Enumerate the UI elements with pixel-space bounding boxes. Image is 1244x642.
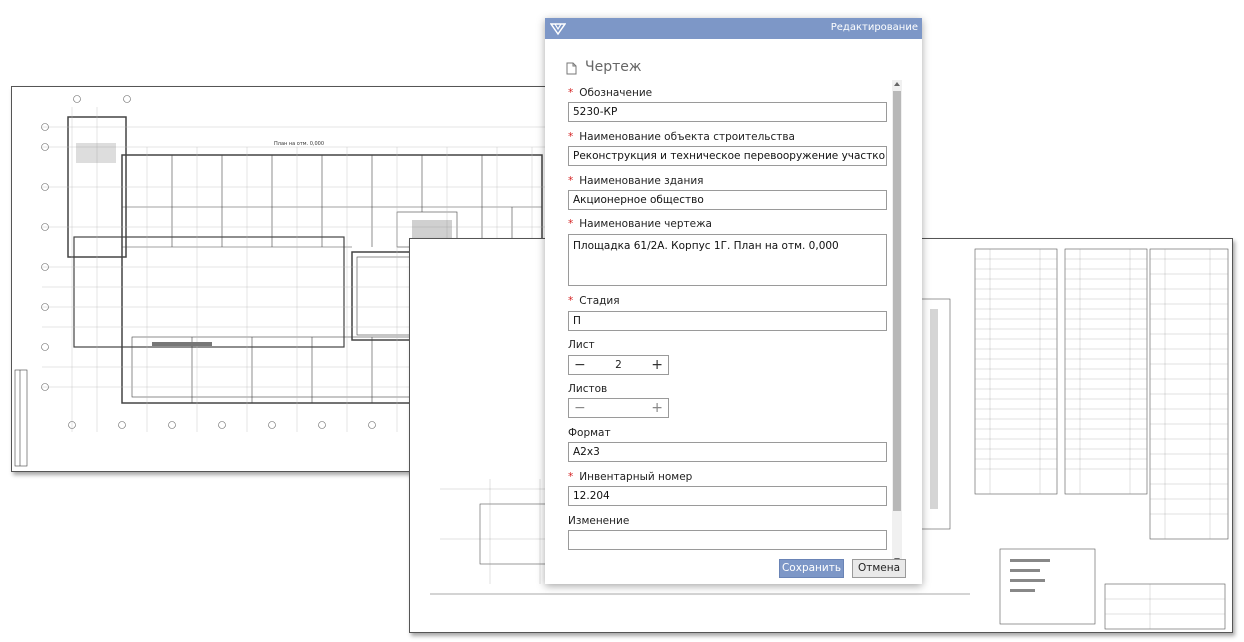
sheets-decrement-button[interactable]: − <box>574 400 586 416</box>
dialog-titlebar: Редактирование <box>545 18 922 39</box>
building-name-field[interactable]: Акционерное общество <box>568 190 887 210</box>
object-name-label: * Наименование объекта строительства <box>568 131 795 143</box>
document-icon <box>566 62 577 75</box>
required-marker: * <box>568 295 574 307</box>
form-title: Чертеж <box>585 59 642 75</box>
form-scrollbar[interactable] <box>892 80 902 564</box>
stage-field[interactable]: П <box>568 311 887 331</box>
scroll-up-arrow-icon[interactable] <box>893 80 901 88</box>
required-marker: * <box>568 87 574 99</box>
sheets-stepper[interactable]: − + <box>568 398 669 418</box>
drawing-name-textarea[interactable]: Площадка 61/2А. Корпус 1Г. План на отм. … <box>568 234 887 286</box>
sheet-increment-button[interactable]: + <box>651 357 663 373</box>
drawing-name-label: * Наименование чертежа <box>568 218 712 230</box>
designation-label: * Обозначение <box>568 87 653 99</box>
designation-field[interactable]: 5230-КР <box>568 102 887 122</box>
sheets-increment-button[interactable]: + <box>651 400 663 416</box>
stage-label: * Стадия <box>568 295 620 307</box>
save-button[interactable]: Сохранить <box>779 559 844 578</box>
floor-plan-caption: План на отм. 0,000 <box>274 141 324 147</box>
sheet-label: Лист <box>568 339 595 351</box>
format-label: Формат <box>568 427 611 439</box>
sheet-stepper[interactable]: − 2 + <box>568 355 669 375</box>
required-marker: * <box>568 131 574 143</box>
app-logo-icon <box>550 23 566 36</box>
scroll-thumb[interactable] <box>893 91 901 511</box>
object-name-field[interactable]: Реконструкция и техническое перевооружен… <box>568 146 887 166</box>
cancel-button[interactable]: Отмена <box>852 559 906 578</box>
sheets-label: Листов <box>568 383 608 395</box>
format-field[interactable]: А2х3 <box>568 442 887 462</box>
inventory-field[interactable]: 12.204 <box>568 486 887 506</box>
change-label: Изменение <box>568 515 630 527</box>
required-marker: * <box>568 471 574 483</box>
change-field[interactable] <box>568 530 887 550</box>
required-marker: * <box>568 218 574 230</box>
dialog-title: Редактирование <box>830 22 918 33</box>
edit-dialog: Редактирование Чертеж * Обозначение 5230-… <box>545 18 922 584</box>
required-marker: * <box>568 175 574 187</box>
building-name-label: * Наименование здания <box>568 175 704 187</box>
inventory-label: * Инвентарный номер <box>568 471 693 483</box>
